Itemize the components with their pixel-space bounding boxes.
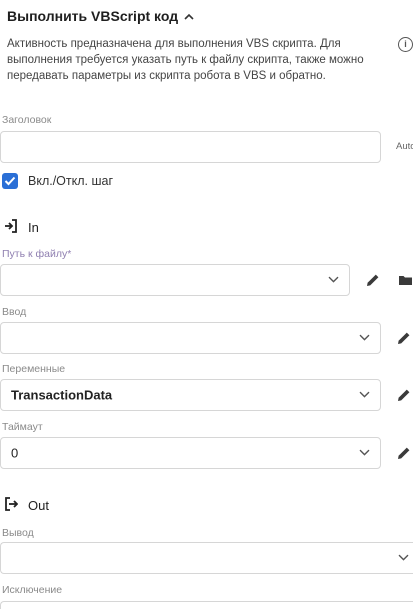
- in-section-label: In: [28, 220, 39, 235]
- input-label: Ввод: [2, 306, 27, 318]
- pencil-icon[interactable]: [396, 445, 412, 461]
- in-section-header: In: [4, 219, 39, 236]
- auto-label[interactable]: Auto: [396, 141, 413, 152]
- timeout-select[interactable]: 0: [0, 437, 381, 469]
- output-select[interactable]: [0, 542, 413, 574]
- chevron-down-icon: [359, 385, 370, 403]
- output-label: Вывод: [2, 527, 34, 539]
- input-select[interactable]: [0, 322, 381, 354]
- chevron-up-icon[interactable]: [184, 9, 194, 23]
- enable-step-checkbox[interactable]: [2, 173, 18, 189]
- chevron-down-icon: [328, 270, 339, 288]
- out-section-header: Out: [4, 497, 49, 514]
- folder-icon[interactable]: [398, 274, 413, 286]
- chevron-down-icon: [359, 328, 370, 346]
- variables-select[interactable]: TransactionData: [0, 379, 381, 411]
- variables-value: TransactionData: [11, 387, 113, 403]
- chevron-down-icon: [359, 443, 370, 461]
- checkmark-icon: [4, 176, 16, 186]
- enable-step-label: Вкл./Откл. шаг: [28, 174, 114, 188]
- chevron-down-icon: [398, 548, 409, 566]
- info-icon[interactable]: i: [398, 37, 413, 52]
- exception-label: Исключение: [2, 584, 63, 596]
- pencil-icon[interactable]: [396, 387, 412, 403]
- title-field-label: Заголовок: [2, 114, 52, 126]
- exception-select[interactable]: [0, 601, 413, 609]
- out-section-label: Out: [28, 498, 49, 513]
- variables-label: Переменные: [2, 363, 66, 375]
- timeout-label: Таймаут: [2, 421, 43, 433]
- description: Активность предназначена для выполнения …: [7, 38, 364, 82]
- title-input[interactable]: [0, 131, 381, 163]
- logout-icon: [4, 497, 19, 514]
- pencil-icon[interactable]: [396, 330, 412, 346]
- file-path-select[interactable]: [0, 264, 350, 296]
- pencil-icon[interactable]: [365, 272, 381, 288]
- timeout-value: 0: [11, 445, 19, 461]
- page-title[interactable]: Выполнить VBScript код: [7, 8, 194, 24]
- file-path-label: Путь к файлу*: [2, 248, 72, 260]
- page-title-text: Выполнить VBScript код: [7, 8, 179, 24]
- login-icon: [4, 219, 18, 236]
